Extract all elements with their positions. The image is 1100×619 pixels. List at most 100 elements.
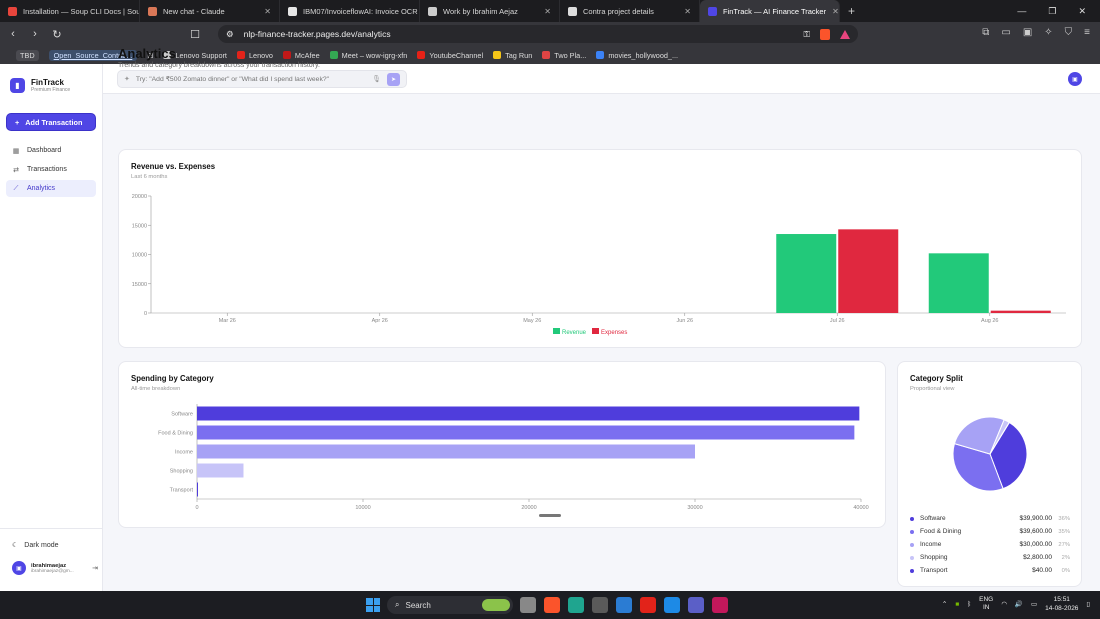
language-indicator[interactable]: ENG IN <box>979 596 993 612</box>
menu-icon[interactable]: ≡ <box>1084 27 1090 38</box>
file-explorer-icon[interactable] <box>520 597 536 613</box>
legend-item[interactable]: Expenses <box>592 328 627 336</box>
browser-tab[interactable]: Contra project details ✕ <box>560 0 700 22</box>
bluetooth-icon[interactable]: ᛒ <box>967 601 971 608</box>
leo-icon[interactable]: ✧ <box>1044 27 1052 38</box>
page-title: Analytics <box>118 46 176 61</box>
bookmark-item[interactable]: Lenovo <box>236 51 273 60</box>
notifications-icon[interactable]: ▯ <box>1086 600 1090 608</box>
restore-icon[interactable]: ❐ <box>1048 6 1056 17</box>
card-title: Category Split <box>910 374 963 383</box>
favicon-icon <box>8 6 17 16</box>
new-tab-icon[interactable]: + <box>840 4 863 18</box>
close-window-icon[interactable]: ✕ <box>1078 6 1086 17</box>
legend-item[interactable]: Revenue <box>553 328 586 336</box>
sidebar-toggle-icon[interactable]: ▭ <box>1001 27 1010 38</box>
volume-icon[interactable]: 🔊 <box>1015 600 1023 608</box>
date: 14-08-2026 <box>1045 605 1079 612</box>
chevron-up-icon[interactable]: ⌃ <box>942 600 947 608</box>
bookmark-item[interactable]: movies_hollywood_... <box>596 51 678 60</box>
bookmark-icon[interactable]: ☐ <box>186 28 204 41</box>
browser-tab[interactable]: Installation — Soup CLI Docs | Soup✕ <box>0 0 140 22</box>
wallet-icon[interactable]: ▣ <box>1023 27 1032 38</box>
reload-icon[interactable]: ↻ <box>48 28 66 41</box>
x-tick-label: Jul 26 <box>830 318 845 324</box>
key-icon[interactable]: ⚿ <box>804 29 810 40</box>
sidebar-item-analytics[interactable]: ⟋ Analytics <box>6 180 96 197</box>
logout-icon[interactable]: ⇥ <box>92 564 98 572</box>
browser-tab[interactable]: FinTrack — AI Finance Tracker ✕ <box>700 0 840 22</box>
vscode-icon[interactable] <box>664 597 680 613</box>
extensions-icon[interactable]: ⧉ <box>982 27 989 38</box>
nvidia-icon[interactable]: ■ <box>955 601 959 608</box>
address-bar[interactable]: ⚙ nlp-finance-tracker.pages.dev/analytic… <box>218 25 858 43</box>
close-tab-icon[interactable]: ✕ <box>684 7 691 16</box>
close-tab-icon[interactable]: ✕ <box>832 7 839 16</box>
fintrack-app-icon[interactable] <box>712 597 728 613</box>
brave-browser-icon[interactable] <box>544 597 560 613</box>
brand[interactable]: ▮ FinTrack Premium Finance <box>10 78 70 93</box>
send-button[interactable]: ➤ <box>387 72 400 86</box>
ai-command-input[interactable] <box>135 75 367 83</box>
scroll-handle[interactable] <box>539 514 561 517</box>
category-bar[interactable] <box>197 406 860 421</box>
teams-icon[interactable] <box>688 597 704 613</box>
category-bar[interactable] <box>197 444 695 459</box>
bookmark-item[interactable]: Two Pla... <box>542 51 586 60</box>
category-bar[interactable] <box>197 482 198 497</box>
bar-revenue[interactable] <box>776 234 837 313</box>
wifi-icon[interactable]: ◠ <box>1001 600 1007 608</box>
bookmark-item[interactable]: TBD <box>16 49 39 61</box>
sidebar-nav: ▦ Dashboard ⇄ Transactions ⟋ Analytics <box>6 142 96 199</box>
windows-start-icon[interactable] <box>366 598 380 612</box>
split-row: Income $30,000.00 27% <box>910 538 1070 551</box>
clock[interactable]: 15:51 14-08-2026 <box>1045 595 1078 613</box>
taskbar-search[interactable]: ⌕ Search <box>387 596 513 614</box>
tab-title: Installation — Soup CLI Docs | Soup <box>23 6 140 16</box>
x-tick-label: Aug 26 <box>981 318 998 324</box>
vpn-icon[interactable]: ⛉ <box>1065 27 1073 38</box>
bookmark-item[interactable]: YoutubeChannel <box>417 51 483 60</box>
favicon-icon <box>568 6 577 16</box>
tab-title: FinTrack — AI Finance Tracker <box>723 6 827 16</box>
edge-browser-icon[interactable] <box>568 597 584 613</box>
revenue-expenses-card: Revenue vs. Expenses Last 6 months 20000… <box>118 149 1082 348</box>
battery-icon[interactable]: ▭ <box>1031 600 1037 608</box>
mic-icon[interactable]: 🎙 <box>372 75 381 83</box>
minimize-icon[interactable]: — <box>1017 6 1026 16</box>
top-avatar[interactable]: ▣ <box>1068 72 1082 86</box>
bar-expenses[interactable] <box>838 229 899 313</box>
notes-icon[interactable] <box>616 597 632 613</box>
add-transaction-button[interactable]: + Add Transaction <box>6 113 96 131</box>
browser-tab[interactable]: Work by Ibrahim Aejaz ✕ <box>420 0 560 22</box>
brave-rewards-icon[interactable] <box>840 29 850 39</box>
bookmark-item[interactable]: McAfee <box>282 51 320 60</box>
bookmark-item[interactable]: Meet – wow-igrg-xfn <box>329 51 407 60</box>
user-profile[interactable]: ▣ ibrahimaejaz ibrahimaejaz@gm... ⇥ <box>12 561 98 575</box>
sidebar-item-dashboard[interactable]: ▦ Dashboard <box>6 142 96 159</box>
category-bar[interactable] <box>197 425 855 440</box>
browser-tab[interactable]: New chat - Claude ✕ <box>140 0 280 22</box>
ai-command-bar[interactable]: ✦ 🎙 ➤ <box>117 70 407 88</box>
sidebar-item-transactions[interactable]: ⇄ Transactions <box>6 161 96 178</box>
brave-shield-icon[interactable] <box>820 28 830 40</box>
store-icon[interactable] <box>592 597 608 613</box>
bar-revenue[interactable] <box>928 253 989 313</box>
category-bar[interactable] <box>197 463 244 478</box>
x-tick-label: 10000 <box>355 505 370 511</box>
bookmark-favicon-icon <box>282 51 291 59</box>
site-info-icon[interactable]: ⚙ <box>226 29 234 40</box>
close-tab-icon[interactable]: ✕ <box>264 7 271 16</box>
sidebar-item-label: Analytics <box>27 185 56 192</box>
x-tick-label: Mar 26 <box>219 318 236 324</box>
forward-icon[interactable]: › <box>26 28 44 40</box>
bookmark-item[interactable]: Tag Run <box>493 51 532 60</box>
bar-expenses[interactable] <box>990 310 1051 313</box>
back-icon[interactable]: ‹ <box>4 28 22 40</box>
browser-tab[interactable]: IBM07/InvoiceflowAI: Invoice OCR o✕ <box>280 0 420 22</box>
split-amount: $30,000.00 <box>1019 541 1052 548</box>
bookmark-label: YoutubeChannel <box>429 50 484 60</box>
dark-mode-toggle[interactable]: ☾ Dark mode <box>12 541 59 550</box>
close-tab-icon[interactable]: ✕ <box>544 7 551 16</box>
lenovo-vantage-icon[interactable] <box>640 597 656 613</box>
